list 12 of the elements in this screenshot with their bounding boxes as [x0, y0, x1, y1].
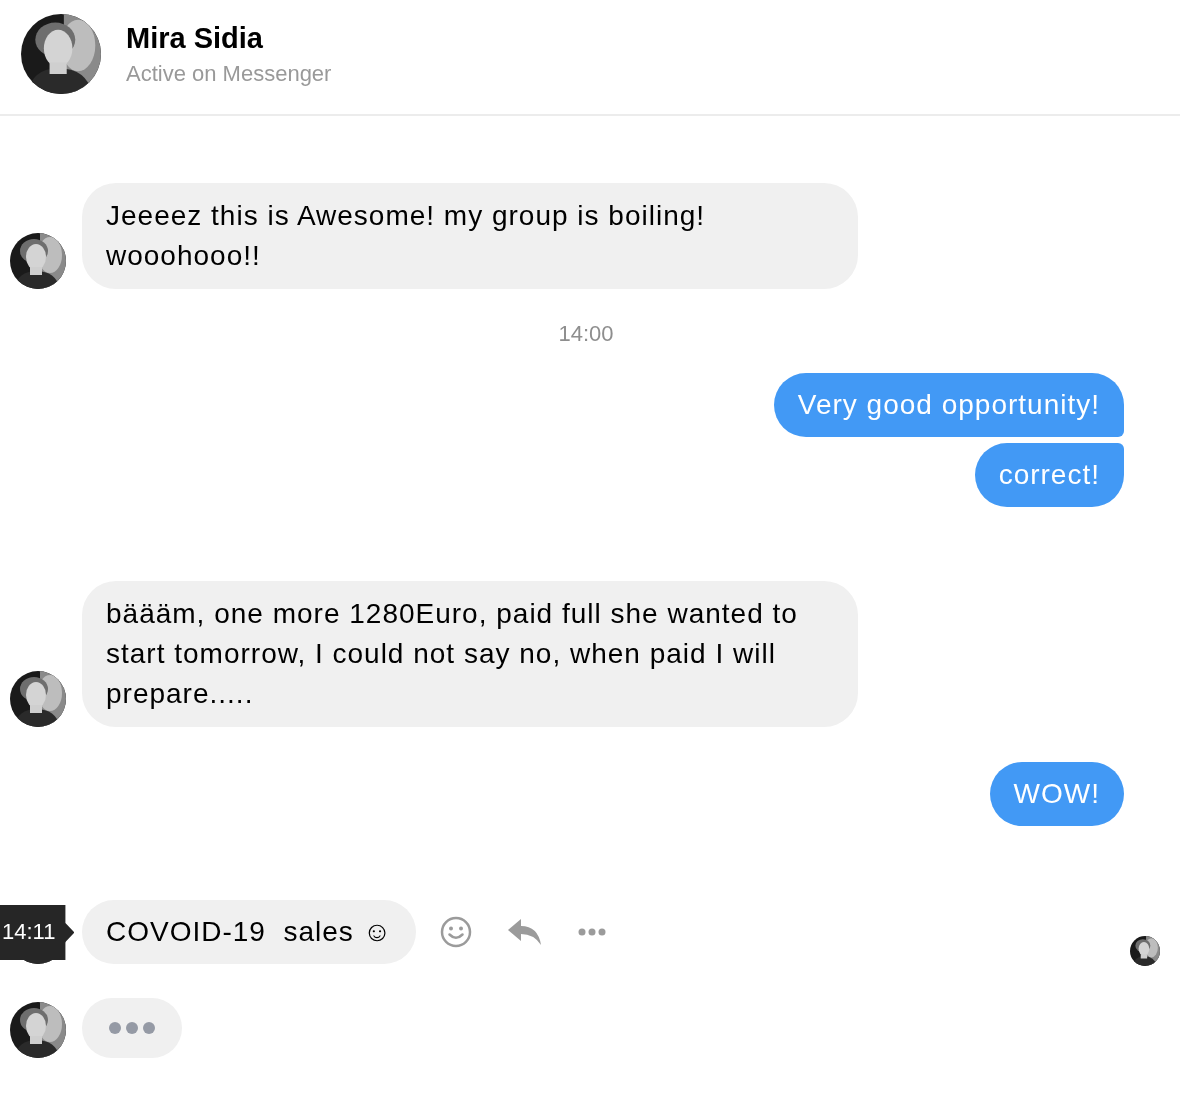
sent-message: correct!: [974, 443, 1124, 507]
contact-status: Active on Messenger: [126, 60, 332, 87]
timestamp: 14:00: [558, 321, 615, 347]
received-message: COVOID-19 sales ☺: [82, 900, 417, 964]
reply-icon[interactable]: [508, 919, 543, 945]
smiley-icon[interactable]: [440, 916, 473, 948]
received-message: Jeeeez this is Awesome! my group is boiling! wooohooo!!: [82, 183, 858, 289]
sent-message: WOW!: [989, 762, 1124, 826]
contact-name: Mira Sidia: [126, 21, 264, 55]
more-icon[interactable]: [578, 928, 607, 936]
received-message: bäääm, one more 1280Euro, paid full she wanted to start tomorrow, I could not say no, when paid I will prepare.....: [82, 581, 858, 727]
sent-message: Very good opportunity!: [773, 373, 1124, 437]
